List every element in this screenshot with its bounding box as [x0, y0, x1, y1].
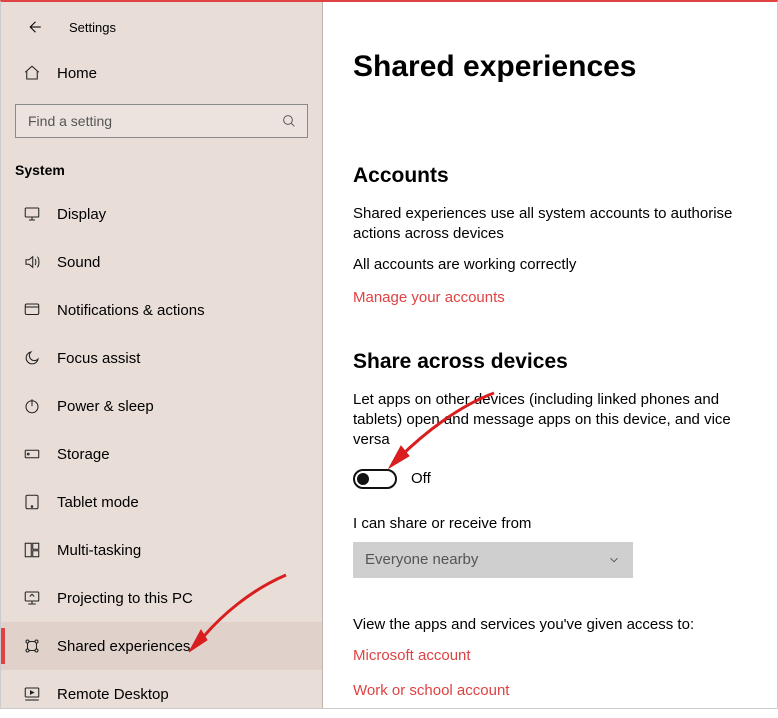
sidebar-item-label: Tablet mode: [57, 494, 139, 511]
app-title: Settings: [69, 20, 116, 35]
sidebar-home[interactable]: Home: [1, 54, 322, 92]
share-toggle-label: Off: [411, 470, 431, 487]
accounts-description: Shared experiences use all system accoun…: [353, 204, 763, 245]
arrow-left-icon: [25, 18, 43, 36]
page-title: Shared experiences: [353, 50, 763, 84]
sidebar-item-label: Remote Desktop: [57, 686, 169, 703]
remote-icon: [21, 683, 43, 705]
receive-from-label: I can share or receive from: [353, 515, 763, 532]
focus-icon: [21, 347, 43, 369]
sidebar-section-title: System: [1, 144, 322, 184]
sidebar-item-shared-experiences[interactable]: Shared experiences: [1, 622, 322, 670]
sidebar-item-focus[interactable]: Focus assist: [1, 334, 322, 382]
sidebar-item-projecting[interactable]: Projecting to this PC: [1, 574, 322, 622]
sidebar-item-label: Power & sleep: [57, 398, 154, 415]
work-school-account-link[interactable]: Work or school account: [353, 682, 763, 699]
sidebar-item-storage[interactable]: Storage: [1, 430, 322, 478]
power-icon: [21, 395, 43, 417]
sidebar-item-notifications[interactable]: Notifications & actions: [1, 286, 322, 334]
storage-icon: [21, 443, 43, 465]
sidebar-nav: Display Sound Notifications & actions Fo…: [1, 190, 322, 718]
sidebar-item-label: Shared experiences: [57, 638, 190, 655]
sidebar-item-sound[interactable]: Sound: [1, 238, 322, 286]
back-button[interactable]: [21, 14, 47, 40]
display-icon: [21, 203, 43, 225]
sidebar-item-power[interactable]: Power & sleep: [1, 382, 322, 430]
receive-from-dropdown[interactable]: Everyone nearby: [353, 542, 633, 578]
dropdown-value: Everyone nearby: [365, 551, 478, 568]
sidebar-item-label: Focus assist: [57, 350, 140, 367]
home-label: Home: [57, 65, 97, 82]
share-description: Let apps on other devices (including lin…: [353, 390, 763, 451]
accounts-status: All accounts are working correctly: [353, 255, 763, 275]
sidebar-item-multitasking[interactable]: Multi-tasking: [1, 526, 322, 574]
sidebar-item-label: Sound: [57, 254, 100, 271]
notifications-icon: [21, 299, 43, 321]
sidebar-item-display[interactable]: Display: [1, 190, 322, 238]
multitask-icon: [21, 539, 43, 561]
search-icon: [281, 113, 297, 129]
manage-accounts-link[interactable]: Manage your accounts: [353, 289, 505, 306]
sidebar: Settings Home System Display Sound: [1, 2, 323, 708]
sidebar-item-label: Projecting to this PC: [57, 590, 193, 607]
accounts-heading: Accounts: [353, 164, 763, 188]
search-input-wrapper[interactable]: [15, 104, 308, 138]
microsoft-account-link[interactable]: Microsoft account: [353, 647, 763, 664]
search-input[interactable]: [26, 112, 281, 130]
main-content: Shared experiences Accounts Shared exper…: [323, 2, 777, 708]
tablet-icon: [21, 491, 43, 513]
sidebar-item-label: Multi-tasking: [57, 542, 141, 559]
sidebar-item-tablet[interactable]: Tablet mode: [1, 478, 322, 526]
home-icon: [21, 64, 43, 82]
chevron-down-icon: [607, 553, 621, 567]
sound-icon: [21, 251, 43, 273]
sidebar-item-label: Notifications & actions: [57, 302, 205, 319]
share-toggle[interactable]: [353, 469, 397, 489]
sidebar-item-remote-desktop[interactable]: Remote Desktop: [1, 670, 322, 718]
share-heading: Share across devices: [353, 350, 763, 374]
sidebar-item-label: Storage: [57, 446, 110, 463]
sidebar-item-label: Display: [57, 206, 106, 223]
shared-icon: [21, 635, 43, 657]
projecting-icon: [21, 587, 43, 609]
access-label: View the apps and services you've given …: [353, 616, 763, 633]
